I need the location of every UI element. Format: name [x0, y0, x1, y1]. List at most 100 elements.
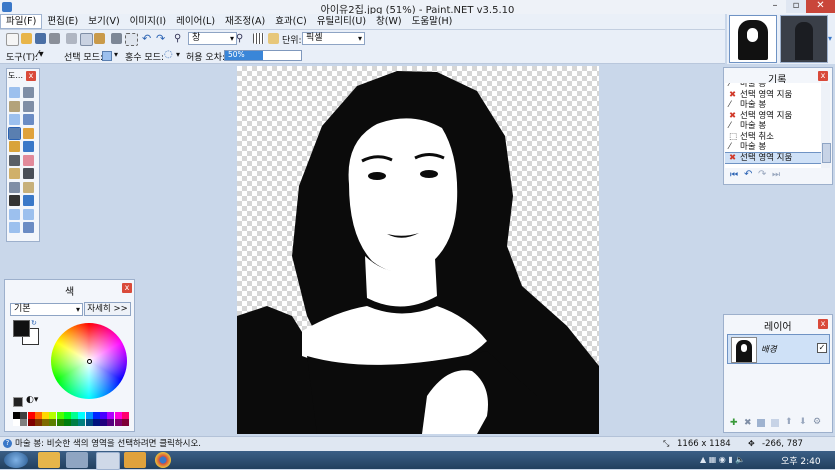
taskbar-monitor-icon[interactable]	[66, 452, 88, 468]
color-wheel[interactable]	[51, 323, 127, 399]
palette-swatch[interactable]	[71, 412, 78, 419]
palette-swatch[interactable]	[107, 419, 115, 426]
palette-swatch[interactable]	[85, 412, 93, 419]
layer-properties-icon[interactable]: ⚙	[813, 417, 821, 427]
palette-swatch[interactable]	[78, 419, 86, 426]
menu-effects[interactable]: 효과(C)	[270, 14, 312, 29]
deselect-icon[interactable]	[125, 33, 138, 46]
taskbar-chrome-icon[interactable]	[155, 452, 171, 468]
history-item[interactable]: ⁄ 마술 봉	[725, 100, 821, 111]
palette-menu-icon[interactable]: ◐▾	[26, 395, 38, 405]
image-thumb-2[interactable]	[780, 15, 828, 63]
duplicate-layer-icon[interactable]	[757, 419, 765, 427]
move-selection-alt-tool[interactable]	[23, 100, 34, 112]
lasso-select-tool[interactable]	[9, 100, 20, 112]
current-tool-icon[interactable]: ⁄▾	[37, 50, 44, 60]
palette-swatch[interactable]	[92, 412, 100, 419]
history-redo-icon[interactable]: ↷	[758, 169, 766, 180]
history-last-icon[interactable]: ⏭	[772, 170, 780, 180]
grid-icon[interactable]	[253, 33, 264, 44]
palette-swatch[interactable]	[20, 419, 28, 426]
palette-swatch[interactable]	[107, 412, 115, 419]
palette-swatch[interactable]	[71, 419, 78, 426]
palette-swatch[interactable]	[100, 419, 107, 426]
line-curve-tool[interactable]	[23, 195, 34, 206]
menu-view[interactable]: 보기(V)	[83, 14, 124, 29]
history-undo-icon[interactable]: ↶	[744, 169, 752, 180]
primary-color-swatch[interactable]	[13, 320, 30, 337]
menu-image[interactable]: 이미지(I)	[125, 14, 171, 29]
palette-swatch[interactable]	[13, 412, 20, 419]
history-item[interactable]: ✖ 선택 영역 지움	[725, 151, 821, 164]
swap-colors-icon[interactable]: ↻	[31, 319, 37, 327]
rounded-rectangle-tool[interactable]	[23, 208, 34, 220]
palette-swatch[interactable]	[78, 412, 86, 419]
menu-help[interactable]: 도움말(H)	[407, 14, 458, 29]
palette-swatch[interactable]	[121, 412, 129, 419]
selection-mode-dropdown-icon[interactable]: ▾	[114, 50, 118, 59]
palette-swatch[interactable]	[49, 412, 57, 419]
history-scrollbar[interactable]	[821, 83, 831, 168]
ruler-icon[interactable]	[268, 33, 279, 44]
palette-swatch[interactable]	[42, 419, 49, 426]
recolor-tool[interactable]	[23, 181, 34, 193]
move-layer-down-icon[interactable]: ⬇	[799, 417, 807, 427]
history-panel-close-button[interactable]: x	[818, 71, 828, 81]
pan-tool[interactable]	[23, 127, 34, 139]
rectangle-tool[interactable]	[9, 208, 20, 220]
image-thumb-active[interactable]	[729, 15, 777, 63]
color-picker-tool[interactable]	[23, 168, 34, 179]
layer-row[interactable]: 배경 ✓	[727, 334, 830, 364]
history-item[interactable]: ⁄ 마술 봉	[725, 142, 821, 153]
palette-swatch[interactable]	[42, 412, 49, 419]
history-scroll-thumb[interactable]	[822, 143, 831, 163]
zoom-icon[interactable]: ⚲	[174, 33, 185, 44]
layers-panel-close-button[interactable]: x	[818, 319, 828, 329]
text-tool[interactable]	[9, 195, 20, 206]
thumbs-scroll-icon[interactable]: ▾	[828, 34, 834, 44]
flood-mode-icon[interactable]: ◌	[164, 49, 173, 60]
taskbar-explorer-icon[interactable]	[38, 452, 60, 468]
palette-select[interactable]: 기본	[10, 303, 83, 316]
palette-swatch[interactable]	[63, 412, 71, 419]
menu-file[interactable]: 파일(F)	[0, 14, 43, 29]
menu-utilities[interactable]: 유틸리티(U)	[312, 14, 371, 29]
history-first-icon[interactable]: ⏮	[730, 170, 738, 180]
history-item[interactable]: ✖ 선택 영역 지움	[725, 90, 821, 101]
more-colors-button[interactable]: 자세히 >>	[84, 302, 131, 316]
palette-swatch[interactable]	[121, 419, 129, 426]
palette-swatch[interactable]	[56, 412, 64, 419]
palette-swatch[interactable]	[114, 412, 122, 419]
palette-swatch[interactable]	[85, 419, 93, 426]
new-icon[interactable]	[6, 33, 19, 46]
image-canvas[interactable]	[237, 66, 599, 434]
palette-swatch[interactable]	[27, 419, 35, 426]
clone-stamp-tool[interactable]	[9, 181, 20, 193]
taskbar-paintnet-icon[interactable]	[96, 452, 120, 470]
tolerance-slider[interactable]: 50%	[224, 50, 302, 61]
cut-icon[interactable]	[66, 33, 77, 44]
maximize-button[interactable]: ▫	[786, 0, 806, 13]
selection-mode-icon[interactable]	[102, 51, 112, 61]
tools-panel-close-button[interactable]: x	[26, 71, 36, 81]
crop-icon[interactable]	[111, 33, 122, 44]
paint-bucket-tool[interactable]	[9, 141, 20, 152]
magic-wand-tool[interactable]	[8, 126, 21, 140]
palette-swatch[interactable]	[13, 419, 20, 426]
ellipse-select-tool[interactable]	[9, 114, 20, 125]
history-item[interactable]: ✖ 선택 영역 지움	[725, 111, 821, 122]
gradient-tool[interactable]	[23, 141, 34, 152]
ellipse-tool[interactable]	[9, 222, 20, 233]
palette-swatch[interactable]	[56, 419, 64, 426]
save-icon[interactable]	[35, 33, 46, 44]
menu-layers[interactable]: 레이어(L)	[171, 14, 220, 29]
palette-swatch[interactable]	[34, 412, 42, 419]
reset-colors-icon[interactable]	[13, 397, 23, 407]
palette-swatch[interactable]	[100, 412, 107, 419]
menu-window[interactable]: 창(W)	[371, 14, 407, 29]
taskbar-app-icon[interactable]	[124, 452, 146, 468]
open-icon[interactable]	[21, 33, 32, 44]
rectangle-select-tool[interactable]	[9, 87, 20, 98]
palette-swatch[interactable]	[63, 419, 71, 426]
palette-swatch[interactable]	[92, 419, 100, 426]
